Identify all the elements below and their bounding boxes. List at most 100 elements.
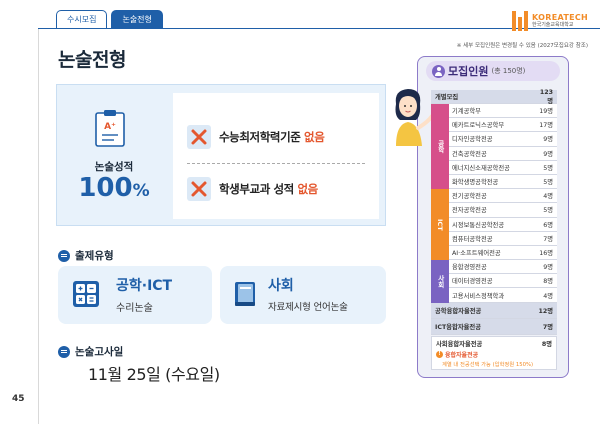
page-title: 논술전형 [58,49,126,71]
bullet-icon [58,249,70,262]
row-count: 5명 [543,207,553,215]
extra-sub: ! 융합자율전공 [436,350,478,359]
row-count: 12명 [538,307,553,315]
bullet-icon [58,345,70,358]
left-margin-rule [38,28,39,424]
logo-name-en: KOREATECH [532,13,589,22]
table-row: 시정보통신공학전공 6명 [431,217,557,232]
type-subtitle: 자료제시형 언어논술 [268,302,348,313]
score-number: 100 [78,173,133,203]
x-mark-icon [187,125,211,149]
row-count: 16명 [539,249,553,257]
recruitment-header: 모집인원 (총 150명) [426,61,560,81]
score-value: 100% [61,173,167,203]
row-count: 123명 [539,88,553,105]
group-label-engineering: 공학 [431,104,449,189]
table-row: 에너지신소재공학전공 5명 [431,160,557,175]
row-count: 8명 [543,278,553,286]
row-count: 5명 [543,164,553,172]
table-row: 디자인공학전공 9명 [431,132,557,147]
table-row: AI·소프트웨어전공 16명 [431,245,557,261]
requirement-text: 수능최저학력기준 없음 [219,129,325,145]
row-count: 17명 [539,122,553,130]
table-row: 건축공학전공 9명 [431,146,557,161]
table-row: 융합경영전공 9명 [431,260,557,275]
table-row: 전자공학전공 5명 [431,203,557,218]
character-illustration [395,89,434,146]
requirement-highlight: 없음 [297,182,318,196]
tab-early-admission[interactable]: 수시모집 [56,10,108,28]
no-requirement-card: 수능최저학력기준 없음 학생부교과 성적 없음 [173,93,379,219]
university-logo: KOREATECH 한국기술교육대학교 [512,11,588,31]
book-icon [235,282,255,306]
requirement-text: 학생부교과 성적 없음 [219,181,318,197]
page-number: 45 [12,394,25,404]
group-label-text: 공학 [436,140,445,153]
group-label-ict: ICT [431,189,449,260]
tab-bar: 수시모집 논술전형 [56,10,163,28]
extra-note: 계열 내 전공선택 가능 (입학정원 150%) [442,362,534,368]
question-type-heading-text: 출제유형 [75,250,114,262]
recruitment-title: 모집인원 [448,65,489,78]
row-count: 4명 [543,292,553,300]
requirement-label: 학생부교과 성적 [219,182,298,196]
table-row: 기계공학부 19명 [431,104,557,119]
requirement-label: 수능최저학력기준 [219,130,305,144]
logo-name-ko: 한국기술교육대학교 [532,22,574,28]
type-title: 사회 [268,278,294,294]
x-mark-icon [187,177,211,201]
row-count: 5명 [543,179,553,187]
requirement-row: 학생부교과 성적 없음 [187,177,318,201]
person-icon [432,64,445,78]
row-count: 6명 [543,221,553,229]
question-type-heading: 출제유형 [58,248,114,263]
header-note: ※ 세부 모집인원은 변경될 수 있음 (2027모집요강 참조) [456,43,588,49]
row-count: 9명 [543,136,553,144]
group-label-social: 사회 [431,260,449,303]
row-name: 공학융합자율전공 [435,307,482,315]
recruitment-table: 개별모집 123명 기계공학부 19명 메카트로닉스공학부 17명 디자인공학전공 9명 건축공… [431,88,557,335]
exam-date-heading: 논술고사일 [58,344,123,359]
type-subtitle: 수리논술 [116,303,153,314]
extra-name: 사회융합자율전공 [436,341,483,348]
row-count: 7명 [542,323,553,331]
table-row: 컴퓨터공학전공 7명 [431,231,557,246]
table-row: 메카트로닉스공학부 17명 [431,118,557,133]
group-label-text: ICT [436,218,445,231]
type-card-social: 사회 자료제시형 언어논술 [220,266,386,324]
table-row: 화학생명공학전공 5명 [431,174,557,190]
requirement-row: 수능최저학력기준 없음 [187,125,325,149]
extra-sub-label: 융합자율전공 [445,352,479,359]
warning-icon: ! [436,351,443,358]
exam-date-heading-text: 논술고사일 [75,346,124,358]
table-header-row: 개별모집 123명 [431,88,557,105]
convergence-extra-box: 사회융합자율전공 8명 ! 융합자율전공 계열 내 전공선택 가능 (입학정원 … [431,336,557,370]
extra-row: 사회융합자율전공 8명 [436,339,552,348]
table-row: 전기공학전공 4명 [431,189,557,204]
extra-count: 8명 [541,341,552,348]
row-name: 개별모집 [435,94,459,101]
tab-essay-admission[interactable]: 논술전형 [111,10,163,28]
row-count: 9명 [543,150,553,158]
summary-row: ICT융합자율전공 7명 [431,318,557,335]
grade-document-icon: A⁺ [95,110,125,147]
card-divider [187,163,365,164]
table-row: 데이터경영전공 8명 [431,274,557,289]
row-count: 4명 [543,193,553,201]
exam-date: 11월 25일 (수요일) [88,365,220,384]
row-count: 9명 [543,264,553,272]
grade-icon-text: A⁺ [104,122,116,132]
score-label: 논술성적 [94,161,134,173]
calculator-icon [73,281,99,307]
row-count: 19명 [539,108,553,116]
logo-mark-icon [512,11,528,31]
score-unit: % [132,181,150,201]
essay-score-box: A⁺ 논술성적 100% 수능최저학력기준 없음 학생부교과 성적 없음 [56,84,386,226]
table-row: 고용서비스정책학과 4명 [431,288,557,303]
row-count: 7명 [543,235,553,243]
type-title: 공학·ICT [116,278,173,294]
type-card-engineering: 공학·ICT 수리논술 [58,266,212,324]
row-name: ICT융합자율전공 [435,323,482,331]
requirement-highlight: 없음 [304,130,325,144]
group-label-text: 사회 [436,275,445,288]
